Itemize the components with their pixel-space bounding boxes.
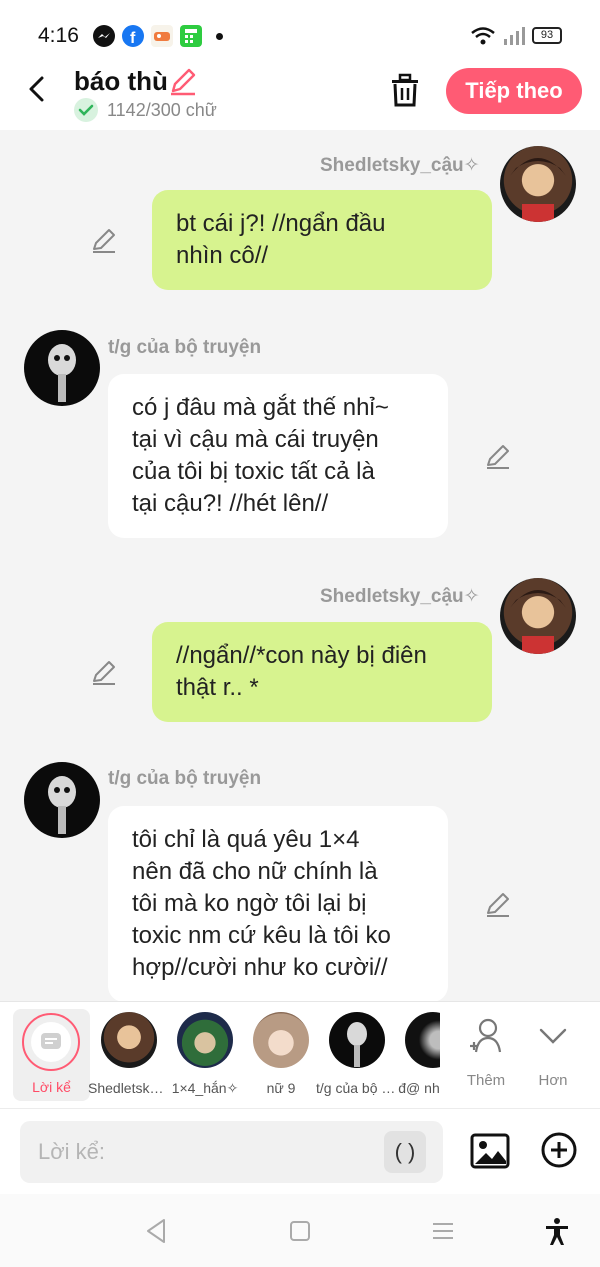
character-item[interactable]: Shedletsky_cậu✧ bbox=[88, 1012, 170, 1102]
next-button[interactable]: Tiếp theo bbox=[446, 68, 582, 114]
parentheses-button[interactable]: ( ) bbox=[384, 1131, 426, 1173]
game-app-icon bbox=[151, 25, 173, 47]
message-bubble[interactable]: có j đâu mà gắt thế nhỉ~ tại vì cậu mà c… bbox=[108, 374, 448, 538]
edit-message-icon[interactable] bbox=[484, 890, 512, 918]
avatar bbox=[177, 1012, 233, 1068]
word-counter: 1142/300 chữ bbox=[107, 100, 217, 120]
chat-area: Shedletsky_cậu✧ bt cái j?! //ngẩn đầu nh… bbox=[0, 130, 600, 1001]
message-bubble[interactable]: //ngẩn//*con này bị điên thật r.. * bbox=[152, 622, 492, 722]
plus-circle-icon[interactable] bbox=[540, 1131, 578, 1169]
notification-dot bbox=[216, 33, 223, 40]
more-label: Hơn bbox=[538, 1072, 568, 1089]
avatar[interactable] bbox=[24, 762, 100, 838]
sender-name: t/g của bộ truyện bbox=[108, 337, 262, 358]
status-bar: 4:16 f 93 bbox=[0, 0, 600, 62]
avatar bbox=[101, 1012, 157, 1068]
message-line: bt cái j?! //ngẩn đầu bbox=[176, 210, 386, 237]
message-line: tại cậu?! //hét lên// bbox=[132, 490, 329, 517]
character-label: t/g của bộ truyện bbox=[316, 1080, 398, 1096]
accessibility-icon[interactable] bbox=[542, 1216, 572, 1246]
avatar[interactable] bbox=[24, 330, 100, 406]
battery-indicator: 93 bbox=[532, 27, 562, 44]
avatar[interactable] bbox=[500, 146, 576, 222]
story-title: báo thù bbox=[74, 66, 168, 96]
message-bubble[interactable]: tôi chỉ là quá yêu 1×4 nên đã cho nữ chí… bbox=[108, 806, 448, 1001]
editor-header: báo thù 1142/300 chữ Tiếp theo bbox=[0, 62, 600, 130]
svg-text:f: f bbox=[130, 30, 136, 47]
character-item[interactable]: 1×4_hắn✧ bbox=[170, 1012, 240, 1102]
status-time: 4:16 bbox=[38, 24, 79, 47]
check-icon bbox=[74, 98, 98, 122]
message-line: hợp//cười như ko cười// bbox=[132, 954, 388, 981]
sender-name: Shedletsky_cậu✧ bbox=[320, 155, 480, 176]
chevron-down-icon bbox=[539, 1028, 567, 1044]
avatar bbox=[329, 1012, 385, 1068]
narrator-button[interactable]: Lời kể bbox=[13, 1009, 90, 1101]
message-line: toxic nm cứ kêu là tôi ko bbox=[132, 922, 391, 949]
character-item[interactable]: nữ 9 bbox=[246, 1012, 316, 1102]
messenger-icon bbox=[93, 25, 115, 47]
recents-nav-icon[interactable] bbox=[428, 1216, 458, 1246]
edit-title-icon[interactable] bbox=[168, 66, 198, 96]
message-bubble[interactable]: bt cái j?! //ngẩn đầu nhìn cô// bbox=[152, 190, 492, 290]
narrator-label: Lời kể bbox=[32, 1079, 71, 1095]
sender-name: t/g của bộ truyện bbox=[108, 768, 262, 789]
edit-message-icon[interactable] bbox=[90, 658, 118, 686]
back-nav-icon[interactable] bbox=[142, 1216, 172, 1246]
character-item[interactable]: t/g của bộ truyện bbox=[316, 1012, 398, 1102]
add-user-icon bbox=[470, 1018, 502, 1053]
system-nav-bar bbox=[0, 1194, 600, 1267]
avatar bbox=[405, 1012, 440, 1068]
character-item[interactable]: đ@ nh bbox=[398, 1012, 440, 1102]
signal-icon bbox=[504, 27, 525, 45]
message-line: thật r.. * bbox=[176, 674, 259, 701]
add-character-button[interactable]: Thêm bbox=[456, 1016, 516, 1096]
character-label: đ@ nh bbox=[398, 1080, 440, 1096]
wifi-icon bbox=[471, 27, 495, 45]
message-input[interactable]: Lời kể: bbox=[20, 1121, 443, 1183]
more-button[interactable]: Hơn bbox=[523, 1016, 583, 1096]
edit-message-icon[interactable] bbox=[90, 226, 118, 254]
trash-icon[interactable] bbox=[388, 72, 422, 108]
message-line: tôi chỉ là quá yêu 1×4 bbox=[132, 826, 360, 853]
back-arrow-icon[interactable] bbox=[22, 74, 52, 104]
calculator-app-icon bbox=[180, 25, 202, 47]
character-label: Shedletsky_cậu✧ bbox=[88, 1080, 170, 1096]
character-label: 1×4_hắn✧ bbox=[171, 1080, 239, 1096]
message-line: nhìn cô// bbox=[176, 242, 269, 269]
character-label: nữ 9 bbox=[266, 1080, 296, 1096]
message-line: có j đâu mà gắt thế nhỉ~ bbox=[132, 394, 389, 421]
avatar[interactable] bbox=[500, 578, 576, 654]
message-line: tôi mà ko ngờ tôi lại bị bbox=[132, 890, 367, 917]
message-line: nên đã cho nữ chính là bbox=[132, 858, 378, 885]
message-line: của tôi bị toxic tất cả là bbox=[132, 458, 375, 485]
narration-icon bbox=[31, 1022, 71, 1062]
sender-name: Shedletsky_cậu✧ bbox=[320, 586, 480, 607]
message-line: tại vì cậu mà cái truyện bbox=[132, 426, 379, 453]
message-line: //ngẩn//*con này bị điên bbox=[176, 642, 427, 669]
add-label: Thêm bbox=[466, 1072, 506, 1089]
edit-message-icon[interactable] bbox=[484, 442, 512, 470]
character-selector: Lời kể Shedletsky_cậu✧ 1×4_hắn✧ nữ 9 t/g… bbox=[0, 1001, 600, 1108]
home-nav-icon[interactable] bbox=[285, 1216, 315, 1246]
facebook-icon: f bbox=[122, 25, 144, 47]
image-icon[interactable] bbox=[470, 1131, 510, 1171]
input-bar: Lời kể: ( ) bbox=[0, 1108, 600, 1194]
avatar bbox=[253, 1012, 309, 1068]
